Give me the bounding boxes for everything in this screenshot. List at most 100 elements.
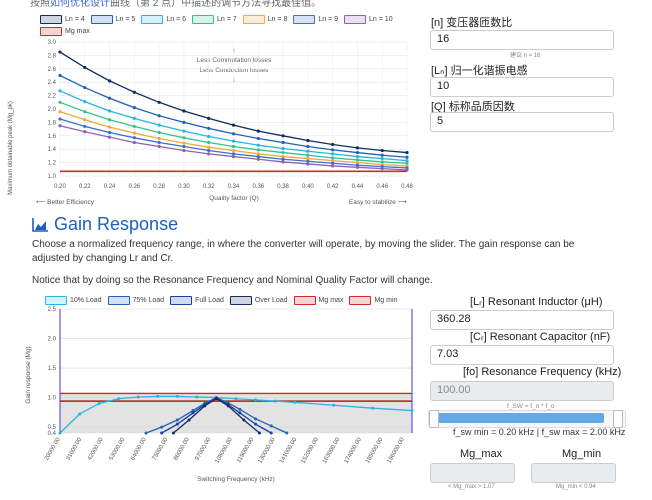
gain-legend-item[interactable]: Mg max [293,296,343,305]
chart1-point [231,123,236,127]
gain-legend-item[interactable]: 75% Load [107,296,165,305]
gain-legend-item[interactable]: Over Load [229,296,288,305]
chart1-point [256,129,260,133]
better-efficiency-note: ⟵ Better Efficiency [36,199,95,206]
chart1-ytick: 2.0 [48,107,57,113]
gain-legend-swatch [45,296,67,305]
chart2-point [238,411,242,415]
chart1-legend-label: Ln = 5 [115,16,136,23]
chart2-ytick: 2.5 [48,307,57,313]
gain-legend: 10% Load 75% Load Full Load Over Load Mg max… [45,296,397,305]
chart1-legend-label: Mg max [65,28,90,35]
slider-range [436,413,604,423]
chart1-ytick: 1.0 [48,174,57,180]
chart1-xtick: 0.30 [178,184,190,190]
chart1-point [182,120,186,124]
chart2-xtick: 31000.00 [66,436,84,461]
chart1-point [157,130,161,135]
mgmin-hint: Mg_min < 0.94 [556,484,596,490]
chart1-point [355,154,360,159]
gain-legend-item[interactable]: Full Load [170,296,224,305]
chart1-xtick: 0.38 [277,184,289,190]
chart1-legend-item[interactable]: Ln = 4 [40,15,85,24]
cr-input[interactable]: 7.03 [430,345,614,365]
chart2-point [78,412,82,416]
chart1-point [405,168,409,172]
chart2-point [226,404,230,408]
optimization-link[interactable]: 如何优化设计 [50,0,110,9]
chart1-point [256,148,260,152]
gain-legend-swatch [229,296,252,305]
chart1-point [107,125,112,129]
turns-ratio-input[interactable]: 16 [430,30,614,50]
turns-ratio-hint: 建议 n = 16 [510,53,541,59]
chart1-point [182,148,186,153]
chart1-point [157,144,161,149]
chart2-ytick: 1.5 [48,366,57,372]
chart1-point [231,132,236,136]
chart1-ytick: 2.8 [48,53,57,59]
gain-legend-label: 75% Load [132,297,165,304]
chart1-point [157,114,161,118]
chart2-xlabel: Switching Frequency (kHz) [197,476,275,483]
gain-legend-item[interactable]: Mg min [349,296,397,305]
chart1-legend-item[interactable]: Ln = 5 [90,15,136,24]
chart1-point [306,149,310,153]
chart1-legend-item[interactable]: Ln = 9 [293,15,338,24]
chart1-point [107,79,112,83]
chart1-point [182,109,186,113]
chart2-ylabel: Gain response (Mg) [25,346,32,403]
chart1-legend-swatch [192,15,215,24]
ln-input[interactable]: 10 [430,77,614,97]
chart1-point [182,141,186,145]
chart2-xtick: 42000.00 [87,436,105,461]
chart1-legend-label: Ln = 8 [267,16,288,23]
chart1-point [83,85,87,90]
chart1-annotation-down: Less Conduction losses [200,67,269,74]
chart1-point [207,152,211,156]
chart1-point [132,106,136,110]
chart1-point [405,155,409,159]
chart1-ytick: 2.4 [48,80,57,86]
chart1-xtick: 0.20 [54,184,66,190]
slider-min-handle[interactable] [429,410,439,428]
chart2-point [136,395,140,399]
chart1-point [157,136,161,141]
chart2-point [156,394,160,398]
fsw-range-text: f_sw min = 0.20 kHz | f_sw max = 2.00 kH… [453,427,626,437]
chart1-legend-item[interactable]: Mg max [40,27,90,36]
chart1-legend: Ln = 4 Ln = 5 Ln = 6 Ln = 7 Ln = 8 Ln = 9 Ln =… [40,15,420,36]
chart1-ytick: 2.6 [48,67,57,73]
chart2-xtick: 174000.00 [344,436,364,464]
slider-max-handle[interactable] [613,410,623,428]
gain-legend-label: Over Load [254,297,288,304]
chart1-point [157,100,161,104]
arrow-down-icon: ↓ [232,77,236,84]
chart1-point [83,124,87,129]
chart1-legend-item[interactable]: Ln = 8 [242,15,288,24]
chart1-point [132,116,136,120]
chart1-ytick: 1.4 [48,147,57,153]
chart1-legend-item[interactable]: Ln = 6 [141,15,186,24]
chart2-point [97,401,101,405]
chart1-legend-label: Ln = 4 [65,16,85,23]
chart1-legend-item[interactable]: Ln = 10 [344,15,393,24]
chart2-point [257,431,261,435]
gain-response-chart: Gain response (Mg) Switching Frequency (… [25,307,414,483]
chart1-ytick: 1.2 [48,161,57,167]
chart1-xtick: 0.42 [327,184,339,190]
chart1-point [58,100,62,104]
gain-legend-item[interactable]: 10% Load [45,296,102,305]
chart1-point [83,130,87,134]
chart2-point [144,431,148,435]
lr-input[interactable]: 360.28 [430,310,614,330]
q-input[interactable]: 5 [430,112,614,132]
chart2-xtick: 20000.00 [44,436,62,461]
chart1-point [331,148,335,152]
cr-label: [Cᵣ] Resonant Capacitor (nF) [470,331,611,343]
chart1-point [231,154,236,159]
chart1-legend-item[interactable]: Ln = 7 [192,15,237,24]
chart1-legend-swatch [242,15,265,24]
chart1-annotation-up: Less Commutation losses [197,57,272,64]
chart1-point [132,140,136,145]
